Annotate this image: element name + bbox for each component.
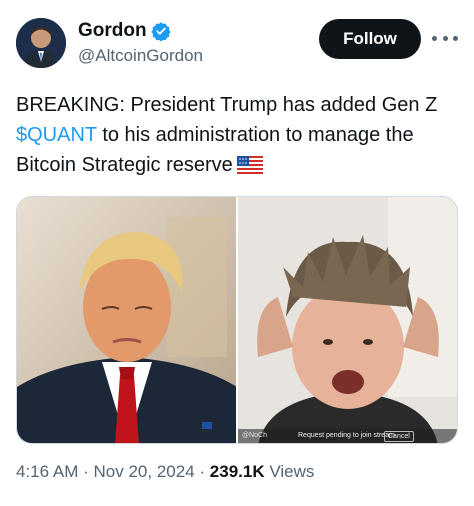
overlay-cancel-button: Cancel bbox=[384, 431, 414, 442]
us-flag-icon bbox=[236, 153, 263, 174]
meta-separator: · bbox=[83, 462, 89, 481]
watermark-text: @NoCh bbox=[242, 432, 268, 439]
verified-badge-icon bbox=[150, 21, 171, 42]
cashtag-link[interactable]: $QUANT bbox=[16, 124, 97, 146]
media-image-right[interactable]: @NoCh Request pending to join stream Can… bbox=[238, 197, 457, 443]
tweet-header: Gordon @AltcoinGordon Follow bbox=[16, 14, 458, 74]
tweet-media[interactable]: @NoCh Request pending to join stream Can… bbox=[16, 196, 458, 444]
tweet-meta: 4:16 AM · Nov 20, 2024 · 239.1K Views bbox=[16, 462, 314, 482]
user-handle[interactable]: @AltcoinGordon bbox=[78, 46, 203, 66]
views-count[interactable]: 239.1K bbox=[210, 462, 265, 481]
request-pending-text: Request pending to join stream bbox=[298, 432, 395, 439]
media-image-left[interactable] bbox=[17, 197, 236, 443]
stream-overlay-bar: @NoCh Request pending to join stream Can… bbox=[238, 429, 457, 443]
meta-separator-2: · bbox=[199, 462, 206, 481]
follow-button[interactable]: Follow bbox=[319, 19, 421, 59]
avatar[interactable] bbox=[16, 18, 66, 68]
display-name[interactable]: Gordon bbox=[78, 20, 147, 42]
tweet-date[interactable]: Nov 20, 2024 bbox=[94, 462, 195, 481]
views-label: Views bbox=[269, 462, 315, 481]
tweet-text-part1: BREAKING: President Trump has added Gen … bbox=[16, 94, 438, 116]
tweet-time[interactable]: 4:16 AM bbox=[16, 462, 78, 481]
tweet-text: BREAKING: President Trump has added Gen … bbox=[16, 90, 462, 180]
more-options-icon[interactable] bbox=[432, 28, 458, 48]
author-info: Gordon @AltcoinGordon bbox=[78, 20, 203, 66]
